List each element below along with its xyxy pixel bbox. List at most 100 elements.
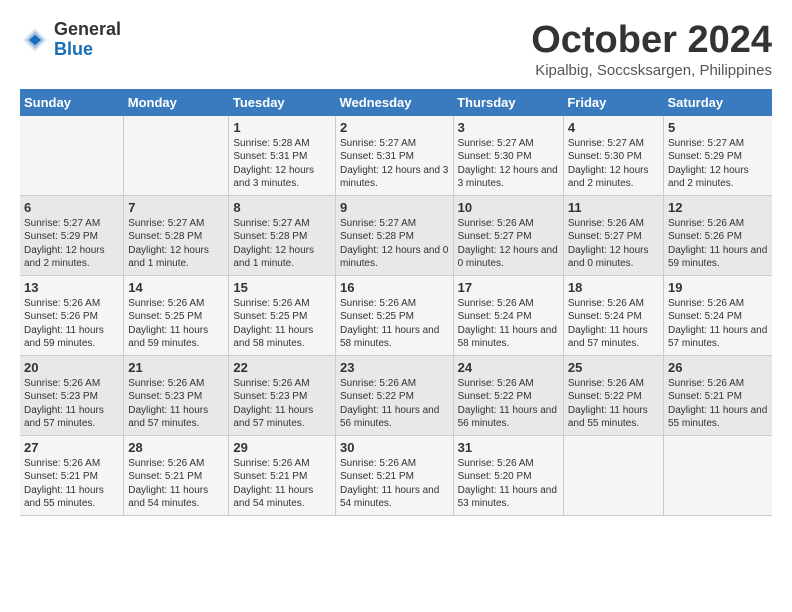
calendar-cell: 14 Sunrise: 5:26 AM Sunset: 5:25 PM Dayli… (124, 275, 229, 355)
header-cell-friday: Friday (563, 89, 663, 116)
cell-info: Sunrise: 5:26 AM Sunset: 5:22 PM Dayligh… (568, 377, 659, 431)
calendar-cell: 28 Sunrise: 5:26 AM Sunset: 5:21 PM Dayli… (124, 435, 229, 515)
header-cell-sunday: Sunday (20, 89, 124, 116)
cell-info: Sunrise: 5:26 AM Sunset: 5:22 PM Dayligh… (340, 377, 449, 431)
cell-info: Sunrise: 5:27 AM Sunset: 5:30 PM Dayligh… (568, 137, 659, 191)
cell-info: Sunrise: 5:27 AM Sunset: 5:28 PM Dayligh… (128, 217, 224, 271)
calendar-cell: 1 Sunrise: 5:28 AM Sunset: 5:31 PM Daylig… (229, 116, 336, 196)
cell-info: Sunrise: 5:26 AM Sunset: 5:23 PM Dayligh… (24, 377, 119, 431)
calendar-cell: 26 Sunrise: 5:26 AM Sunset: 5:21 PM Dayli… (663, 355, 772, 435)
day-number: 2 (340, 120, 449, 135)
day-number: 11 (568, 200, 659, 215)
calendar-cell: 23 Sunrise: 5:26 AM Sunset: 5:22 PM Dayli… (335, 355, 453, 435)
cell-info: Sunrise: 5:26 AM Sunset: 5:23 PM Dayligh… (128, 377, 224, 431)
calendar-cell: 31 Sunrise: 5:26 AM Sunset: 5:20 PM Dayli… (453, 435, 563, 515)
week-row-1: 1 Sunrise: 5:28 AM Sunset: 5:31 PM Daylig… (20, 116, 772, 196)
day-number: 28 (128, 440, 224, 455)
logo-icon (20, 25, 50, 55)
calendar-cell: 27 Sunrise: 5:26 AM Sunset: 5:21 PM Dayli… (20, 435, 124, 515)
cell-info: Sunrise: 5:28 AM Sunset: 5:31 PM Dayligh… (233, 137, 331, 191)
cell-info: Sunrise: 5:27 AM Sunset: 5:28 PM Dayligh… (233, 217, 331, 271)
cell-info: Sunrise: 5:26 AM Sunset: 5:26 PM Dayligh… (668, 217, 768, 271)
calendar-cell (663, 435, 772, 515)
location-text: Kipalbig, Soccsksargen, Philippines (531, 62, 772, 79)
calendar-cell: 7Sunrise: 5:27 AM Sunset: 5:28 PM Daylig… (124, 195, 229, 275)
cell-info: Sunrise: 5:27 AM Sunset: 5:30 PM Dayligh… (458, 137, 559, 191)
cell-info: Sunrise: 5:26 AM Sunset: 5:21 PM Dayligh… (24, 457, 119, 511)
cell-info: Sunrise: 5:26 AM Sunset: 5:24 PM Dayligh… (668, 297, 768, 351)
cell-info: Sunrise: 5:26 AM Sunset: 5:25 PM Dayligh… (340, 297, 449, 351)
calendar-cell: 2 Sunrise: 5:27 AM Sunset: 5:31 PM Daylig… (335, 116, 453, 196)
day-number: 3 (458, 120, 559, 135)
cell-info: Sunrise: 5:27 AM Sunset: 5:31 PM Dayligh… (340, 137, 449, 191)
header-cell-saturday: Saturday (663, 89, 772, 116)
cell-info: Sunrise: 5:26 AM Sunset: 5:21 PM Dayligh… (233, 457, 331, 511)
day-number: 30 (340, 440, 449, 455)
calendar-cell: 4Sunrise: 5:27 AM Sunset: 5:30 PM Daylig… (563, 116, 663, 196)
month-title: October 2024 (531, 20, 772, 62)
calendar-cell: 3 Sunrise: 5:27 AM Sunset: 5:30 PM Daylig… (453, 116, 563, 196)
cell-info: Sunrise: 5:26 AM Sunset: 5:27 PM Dayligh… (568, 217, 659, 271)
day-number: 13 (24, 280, 119, 295)
calendar-cell: 9 Sunrise: 5:27 AM Sunset: 5:28 PM Daylig… (335, 195, 453, 275)
calendar-cell: 15Sunrise: 5:26 AM Sunset: 5:25 PM Dayli… (229, 275, 336, 355)
calendar-cell: 20Sunrise: 5:26 AM Sunset: 5:23 PM Dayli… (20, 355, 124, 435)
cell-info: Sunrise: 5:27 AM Sunset: 5:29 PM Dayligh… (668, 137, 768, 191)
calendar-cell: 16 Sunrise: 5:26 AM Sunset: 5:25 PM Dayli… (335, 275, 453, 355)
cell-info: Sunrise: 5:26 AM Sunset: 5:21 PM Dayligh… (340, 457, 449, 511)
calendar-cell (124, 116, 229, 196)
day-number: 15 (233, 280, 331, 295)
calendar-cell (563, 435, 663, 515)
cell-info: Sunrise: 5:27 AM Sunset: 5:28 PM Dayligh… (340, 217, 449, 271)
week-row-5: 27 Sunrise: 5:26 AM Sunset: 5:21 PM Dayli… (20, 435, 772, 515)
day-number: 12 (668, 200, 768, 215)
cell-info: Sunrise: 5:26 AM Sunset: 5:27 PM Dayligh… (458, 217, 559, 271)
day-number: 9 (340, 200, 449, 215)
day-number: 26 (668, 360, 768, 375)
cell-info: Sunrise: 5:26 AM Sunset: 5:21 PM Dayligh… (128, 457, 224, 511)
calendar-cell: 10 Sunrise: 5:26 AM Sunset: 5:27 PM Dayli… (453, 195, 563, 275)
cell-info: Sunrise: 5:26 AM Sunset: 5:26 PM Dayligh… (24, 297, 119, 351)
week-row-3: 13 Sunrise: 5:26 AM Sunset: 5:26 PM Dayli… (20, 275, 772, 355)
day-number: 5 (668, 120, 768, 135)
day-number: 1 (233, 120, 331, 135)
calendar-cell: 17 Sunrise: 5:26 AM Sunset: 5:24 PM Dayli… (453, 275, 563, 355)
cell-info: Sunrise: 5:26 AM Sunset: 5:21 PM Dayligh… (668, 377, 768, 431)
day-number: 16 (340, 280, 449, 295)
logo-general-text: General (54, 20, 121, 40)
calendar-cell: 5 Sunrise: 5:27 AM Sunset: 5:29 PM Daylig… (663, 116, 772, 196)
day-number: 17 (458, 280, 559, 295)
calendar-cell: 13 Sunrise: 5:26 AM Sunset: 5:26 PM Dayli… (20, 275, 124, 355)
calendar-cell (20, 116, 124, 196)
calendar-cell: 21 Sunrise: 5:26 AM Sunset: 5:23 PM Dayli… (124, 355, 229, 435)
header-cell-monday: Monday (124, 89, 229, 116)
day-number: 31 (458, 440, 559, 455)
cell-info: Sunrise: 5:26 AM Sunset: 5:20 PM Dayligh… (458, 457, 559, 511)
day-number: 6 (24, 200, 119, 215)
calendar-cell: 6 Sunrise: 5:27 AM Sunset: 5:29 PM Daylig… (20, 195, 124, 275)
day-number: 10 (458, 200, 559, 215)
day-number: 21 (128, 360, 224, 375)
day-number: 29 (233, 440, 331, 455)
cell-info: Sunrise: 5:26 AM Sunset: 5:24 PM Dayligh… (568, 297, 659, 351)
day-number: 14 (128, 280, 224, 295)
header-row: SundayMondayTuesdayWednesdayThursdayFrid… (20, 89, 772, 116)
cell-info: Sunrise: 5:26 AM Sunset: 5:23 PM Dayligh… (233, 377, 331, 431)
day-number: 24 (458, 360, 559, 375)
cell-info: Sunrise: 5:26 AM Sunset: 5:25 PM Dayligh… (128, 297, 224, 351)
calendar-cell: 22 Sunrise: 5:26 AM Sunset: 5:23 PM Dayli… (229, 355, 336, 435)
week-row-2: 6 Sunrise: 5:27 AM Sunset: 5:29 PM Daylig… (20, 195, 772, 275)
day-number: 27 (24, 440, 119, 455)
day-number: 19 (668, 280, 768, 295)
week-row-4: 20Sunrise: 5:26 AM Sunset: 5:23 PM Dayli… (20, 355, 772, 435)
cell-info: Sunrise: 5:26 AM Sunset: 5:24 PM Dayligh… (458, 297, 559, 351)
day-number: 23 (340, 360, 449, 375)
header-cell-tuesday: Tuesday (229, 89, 336, 116)
day-number: 25 (568, 360, 659, 375)
day-number: 8 (233, 200, 331, 215)
cell-info: Sunrise: 5:27 AM Sunset: 5:29 PM Dayligh… (24, 217, 119, 271)
day-number: 18 (568, 280, 659, 295)
calendar-table: SundayMondayTuesdayWednesdayThursdayFrid… (20, 89, 772, 516)
calendar-cell: 12 Sunrise: 5:26 AM Sunset: 5:26 PM Dayli… (663, 195, 772, 275)
day-number: 22 (233, 360, 331, 375)
